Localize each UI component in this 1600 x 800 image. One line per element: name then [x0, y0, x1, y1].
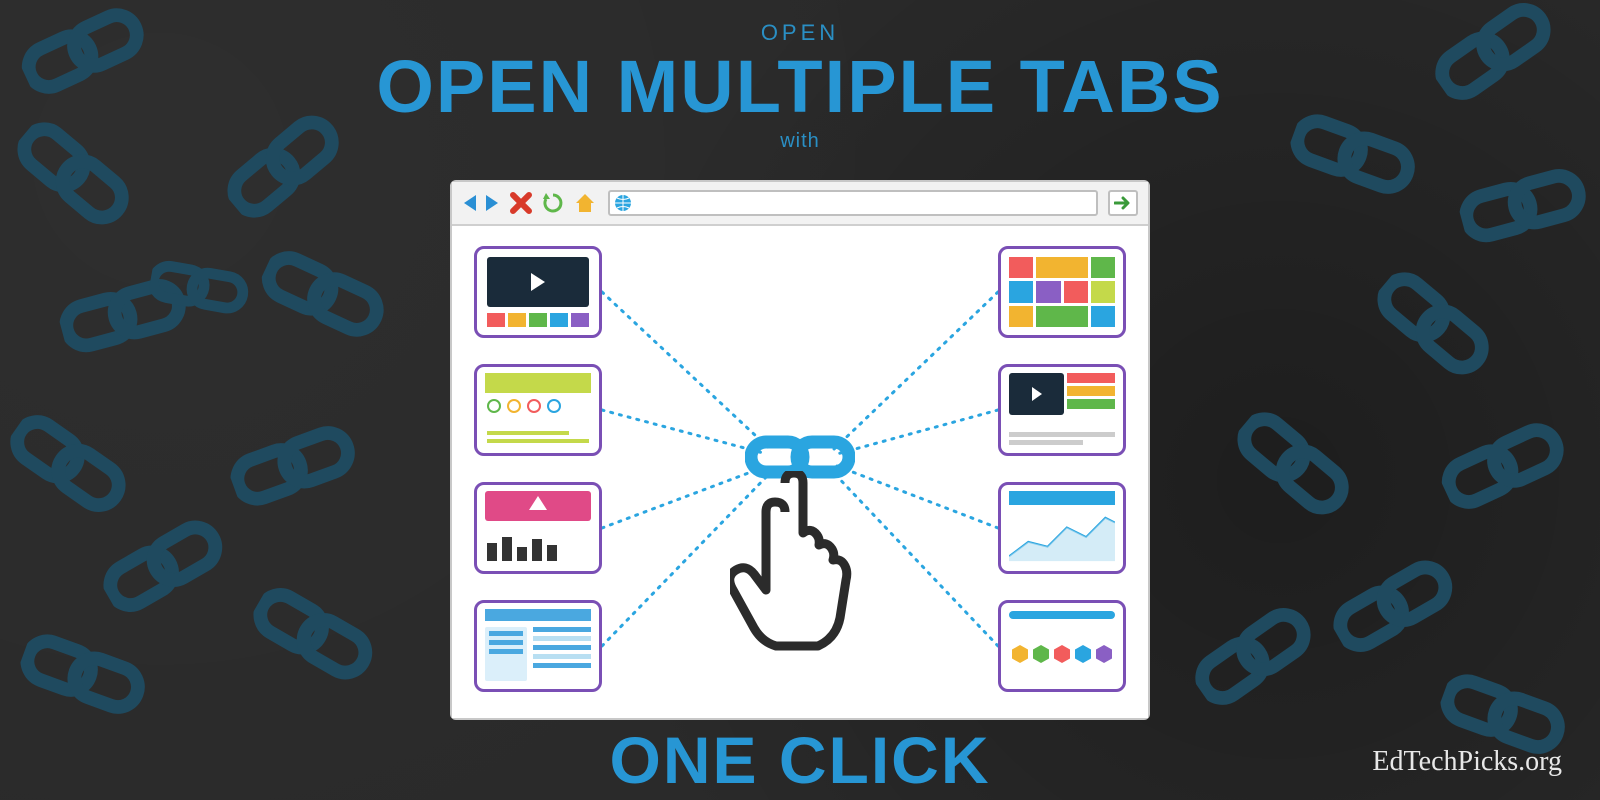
page-thumbnail	[474, 364, 602, 456]
hand-pointer-icon	[730, 471, 870, 656]
home-icon	[574, 192, 596, 214]
go-button	[1108, 190, 1138, 216]
attribution-text: EdTechPicks.org	[1372, 746, 1562, 778]
globe-icon	[614, 194, 632, 212]
page-thumbnail	[998, 600, 1126, 692]
forward-icon	[484, 193, 500, 213]
browser-toolbar	[452, 182, 1148, 226]
back-icon	[462, 193, 478, 213]
page-thumbnail	[998, 482, 1126, 574]
page-thumbnail	[998, 364, 1126, 456]
title-block: OPEN OPEN MULTIPLE TABS with	[0, 20, 1600, 153]
page-thumbnail	[474, 246, 602, 338]
browser-body	[452, 226, 1148, 718]
close-icon	[510, 192, 532, 214]
page-thumbnail	[474, 482, 602, 574]
bottom-title: ONE CLICK	[0, 722, 1600, 798]
page-thumbnail	[998, 246, 1126, 338]
refresh-icon	[542, 192, 564, 214]
address-bar	[608, 190, 1098, 216]
connector-text: with	[0, 130, 1600, 153]
main-title: OPEN MULTIPLE TABS	[0, 50, 1600, 124]
page-thumbnail	[474, 600, 602, 692]
kicker-text: OPEN	[0, 20, 1600, 46]
browser-illustration	[450, 180, 1150, 720]
